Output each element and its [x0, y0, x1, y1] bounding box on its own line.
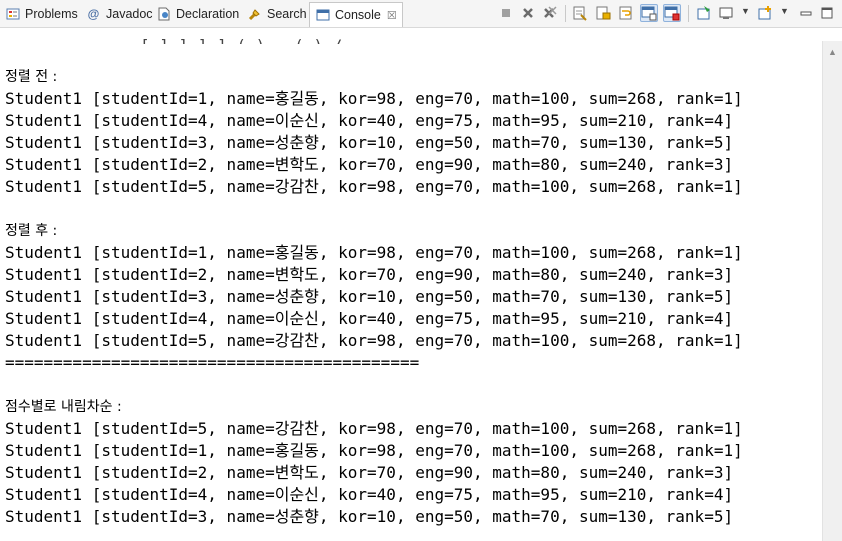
- tab-label: Problems: [25, 7, 78, 21]
- console-line: Student1 [studentId=3, name=성춘향, kor=10,…: [5, 507, 734, 526]
- stop-icon[interactable]: [497, 4, 515, 22]
- console-line: Student1 [studentId=2, name=변학도, kor=70,…: [5, 265, 734, 284]
- console-line: 점수별로 내림차순 :: [5, 399, 122, 415]
- scroll-lock-icon[interactable]: [594, 4, 612, 22]
- console-line: Student1 [studentId=2, name=변학도, kor=70,…: [5, 155, 734, 174]
- console-output[interactable]: [ ] ] ] ] ( ) , ( ) / 정렬 전 : Student1 [st…: [0, 28, 822, 541]
- vertical-scrollbar[interactable]: ▲: [822, 41, 842, 541]
- search-flashlight-icon: [247, 7, 262, 22]
- chevron-down-icon[interactable]: ▼: [741, 6, 750, 16]
- problems-icon: [5, 7, 20, 22]
- console-line: Student1 [studentId=3, name=성춘향, kor=10,…: [5, 287, 734, 306]
- console-line: Student1 [studentId=3, name=성춘향, kor=10,…: [5, 133, 734, 152]
- remove-launch-icon[interactable]: [519, 4, 537, 22]
- declaration-icon: [156, 7, 171, 22]
- tab-console[interactable]: Console ☒: [309, 2, 403, 27]
- open-console-icon[interactable]: [756, 4, 774, 22]
- scroll-up-icon[interactable]: ▲: [828, 47, 837, 57]
- tab-label: Declaration: [176, 7, 240, 21]
- tab-label: Search: [267, 7, 307, 21]
- display-selected-console-icon[interactable]: [717, 4, 735, 22]
- console-line: Student1 [studentId=4, name=이순신, kor=40,…: [5, 485, 734, 504]
- maximize-icon[interactable]: [818, 4, 836, 22]
- pin-console-icon[interactable]: [695, 4, 713, 22]
- console-line: Student1 [studentId=1, name=홍길동, kor=98,…: [5, 441, 743, 460]
- tab-declaration[interactable]: Declaration: [156, 3, 239, 25]
- console-line: 정렬 후 :: [5, 223, 58, 239]
- console-line: 정렬 전 :: [5, 69, 58, 85]
- word-wrap-icon[interactable]: [617, 4, 635, 22]
- partial-text: [ ] ] ] ] ( ) , ( ) /: [140, 36, 342, 44]
- tab-label: Javadoc: [106, 7, 153, 21]
- partial-output-line: [ ] ] ] ] ( ) , ( ) /: [0, 28, 822, 44]
- view-tab-bar: Problems @ Javadoc Declaration Search Co…: [0, 0, 842, 28]
- show-console-on-stderr-icon[interactable]: [663, 4, 681, 22]
- console-line: ========================================…: [5, 353, 420, 372]
- clear-console-icon[interactable]: [571, 4, 589, 22]
- close-tab-icon[interactable]: ☒: [387, 9, 397, 22]
- tab-label: Console: [335, 8, 381, 22]
- console-line: Student1 [studentId=5, name=강감찬, kor=98,…: [5, 177, 743, 196]
- console-line: Student1 [studentId=4, name=이순신, kor=40,…: [5, 309, 734, 328]
- console-line: Student1 [studentId=5, name=강감찬, kor=98,…: [5, 419, 743, 438]
- javadoc-at-icon: @: [87, 7, 100, 21]
- chevron-down-icon[interactable]: ▼: [780, 6, 789, 16]
- tab-javadoc[interactable]: @ Javadoc: [86, 3, 153, 25]
- remove-all-terminated-icon[interactable]: [541, 4, 559, 22]
- show-console-on-stdout-icon[interactable]: [640, 4, 658, 22]
- console-line: Student1 [studentId=4, name=이순신, kor=40,…: [5, 111, 734, 130]
- console-line: Student1 [studentId=1, name=홍길동, kor=98,…: [5, 89, 743, 108]
- console-line: Student1 [studentId=5, name=강감찬, kor=98,…: [5, 331, 743, 350]
- console-line: Student1 [studentId=2, name=변학도, kor=70,…: [5, 463, 734, 482]
- minimize-icon[interactable]: [797, 4, 815, 22]
- console-line: Student1 [studentId=1, name=홍길동, kor=98,…: [5, 243, 743, 262]
- tab-problems[interactable]: Problems: [5, 3, 78, 25]
- console-icon: [315, 8, 330, 23]
- tab-search[interactable]: Search: [247, 3, 307, 25]
